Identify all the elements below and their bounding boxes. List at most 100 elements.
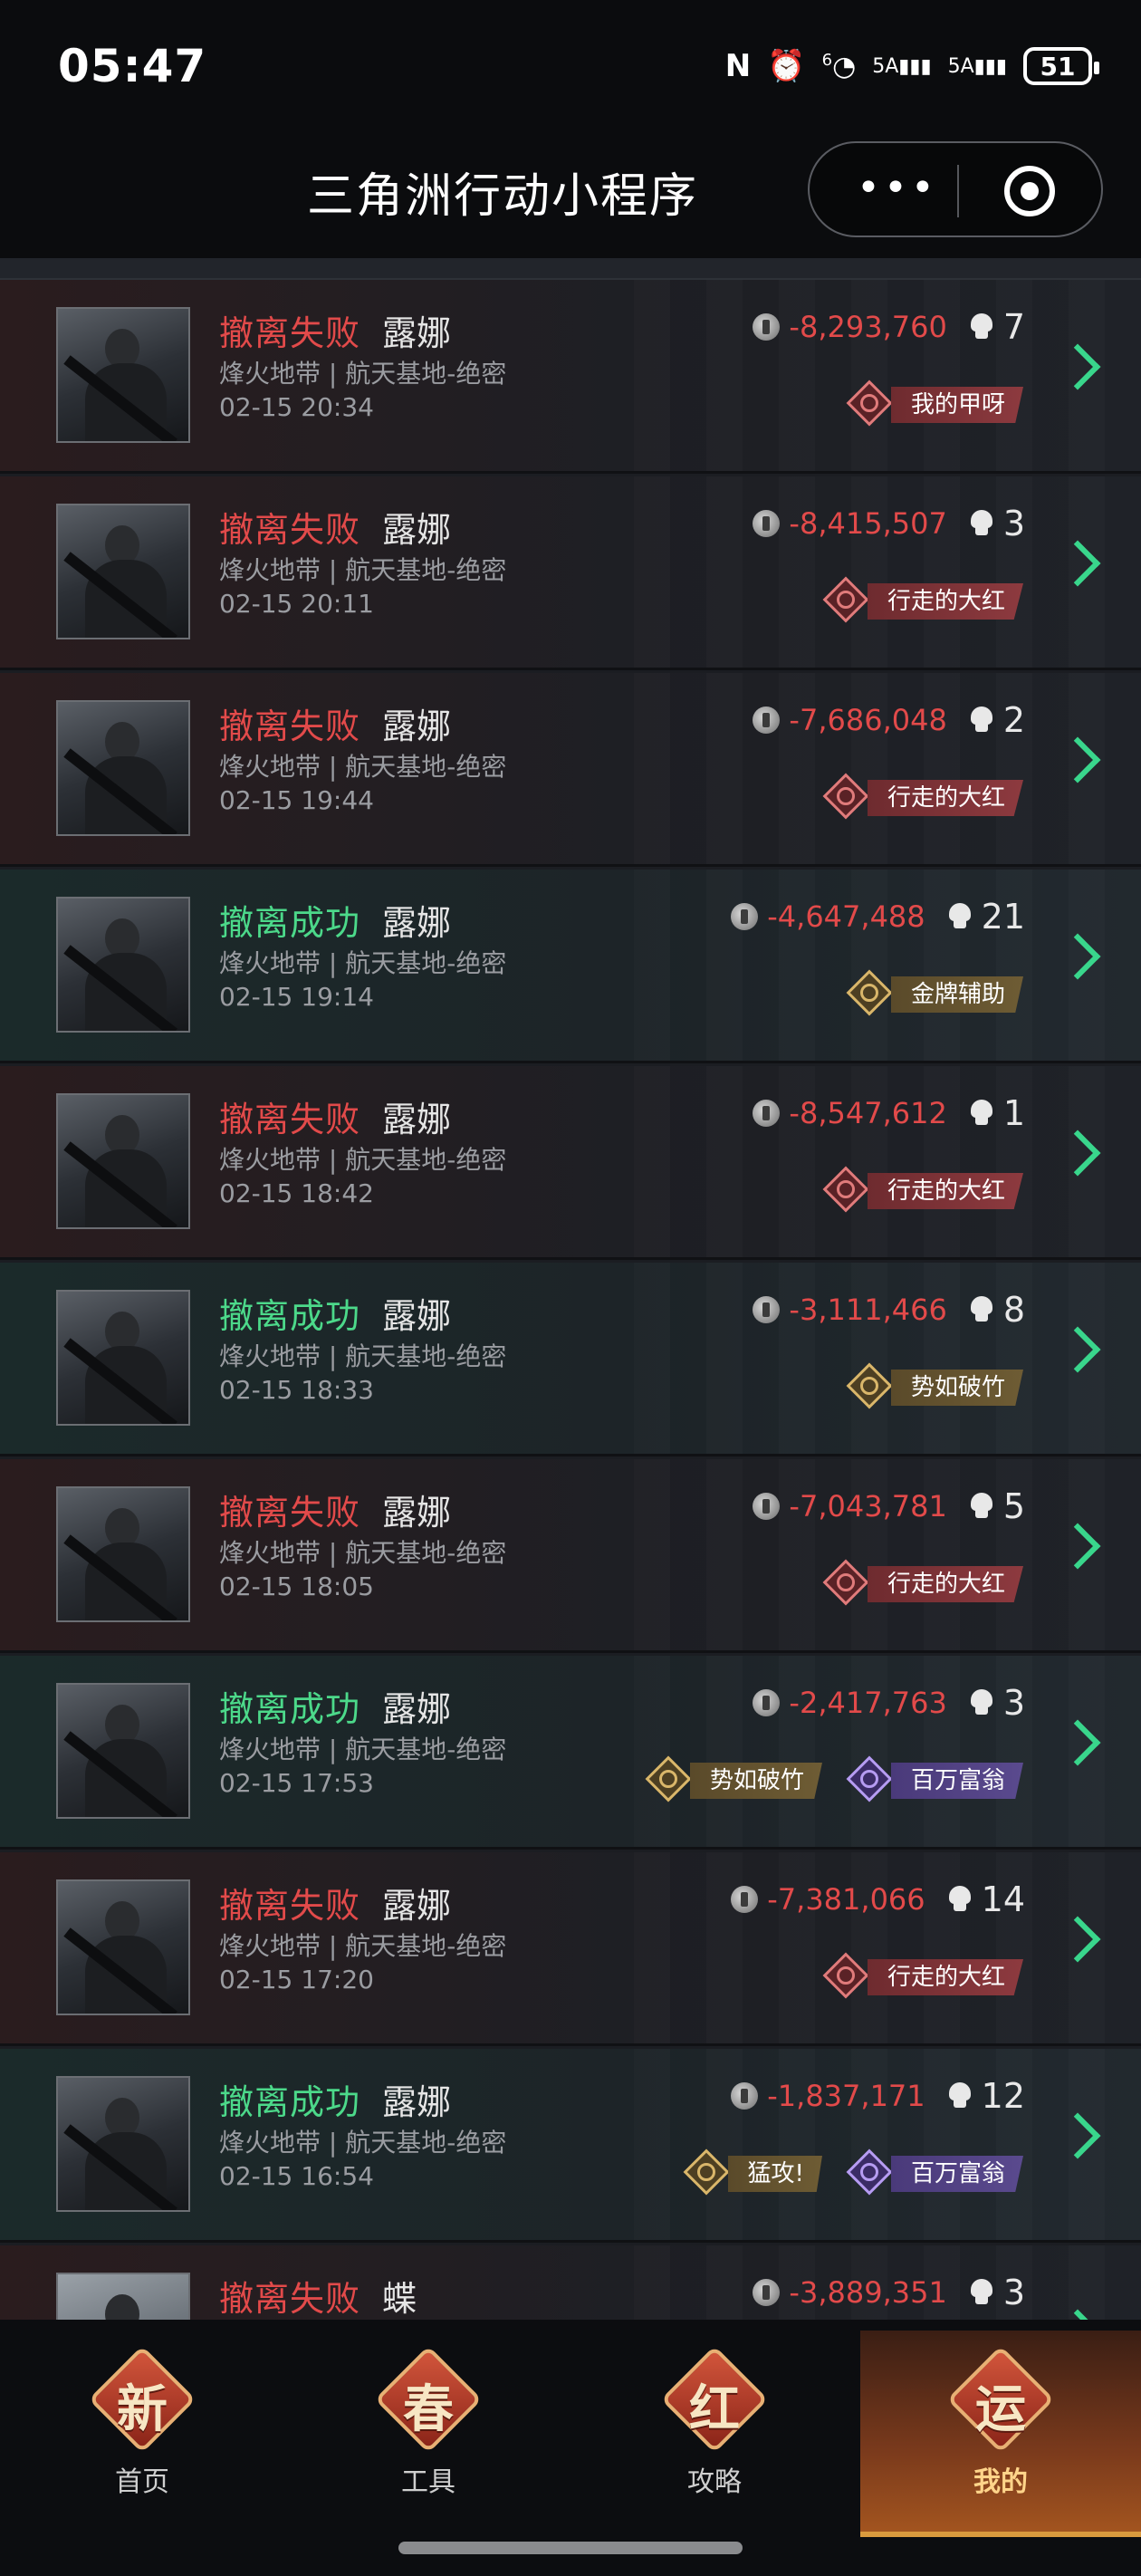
match-time: 02-15 20:34 — [219, 392, 374, 422]
value-change: -3,889,351 — [789, 2275, 947, 2310]
tab-emblem-char: 红 — [689, 2380, 740, 2439]
record-row[interactable]: 撤离失败 露娜 烽火地带 | 航天基地-绝密 02-15 17:20 -7,381,06… — [0, 1852, 1141, 2046]
operator-name: 露娜 — [382, 313, 452, 353]
value-change: -2,417,763 — [789, 1686, 947, 1720]
badge-label: 猛攻! — [727, 2156, 822, 2192]
record-row[interactable]: 撤离失败蝶 -3,889,351 3 — [0, 2245, 1141, 2320]
network-label-2: 5A — [947, 54, 974, 78]
badge-emblem-icon — [844, 2147, 895, 2197]
status-icons: N ⏰ 6◔ 5A▮▮▮ 5A▮▮▮ 51 — [724, 47, 1099, 85]
kill-count: 3 — [1002, 504, 1025, 543]
coin-icon — [753, 1296, 781, 1323]
tab-emblem-icon: 运 — [946, 2345, 1055, 2454]
more-button[interactable]: ••• — [857, 168, 938, 208]
tab-tools[interactable]: 春工具 — [342, 2345, 514, 2499]
operator-avatar — [56, 1486, 190, 1622]
badge-emblem-icon — [820, 1557, 871, 1608]
operator-avatar — [56, 1290, 190, 1426]
chevron-right-icon[interactable] — [1054, 1719, 1101, 1766]
achievement-badge: 百万富翁 — [844, 2152, 1023, 2196]
record-row[interactable]: 撤离成功 露娜 烽火地带 | 航天基地-绝密 02-15 18:33 -3,111,46… — [0, 1263, 1141, 1456]
chevron-right-icon[interactable] — [1054, 1326, 1101, 1373]
operator-avatar — [56, 1683, 190, 1819]
badge-emblem-icon — [820, 1950, 871, 2001]
value-kills-group: -3,889,351 3 — [753, 2273, 1025, 2312]
nfc-icon: N — [724, 48, 752, 84]
record-row[interactable]: 撤离失败 露娜 烽火地带 | 航天基地-绝密 02-15 18:42 -8,547,61… — [0, 1066, 1141, 1260]
badge-label: 金牌辅助 — [890, 976, 1023, 1013]
network-label-1: 5A — [872, 54, 899, 78]
map-mode: 烽火地带 | 航天基地-绝密 — [219, 1145, 507, 1175]
record-row[interactable]: 撤离失败 露娜 烽火地带 | 航天基地-绝密 02-15 20:34 -8,293,76… — [0, 280, 1141, 474]
record-row[interactable]: 撤离成功 露娜 烽火地带 | 航天基地-绝密 02-15 16:54 -1,837,17… — [0, 2049, 1141, 2243]
operator-avatar — [56, 307, 190, 443]
tab-emblem-char: 新 — [117, 2380, 168, 2439]
skull-icon — [969, 510, 994, 537]
tab-mine[interactable]: 运我的 — [915, 2345, 1087, 2499]
record-row[interactable]: 撤离失败 露娜 烽火地带 | 航天基地-绝密 02-15 19:44 -7,686,04… — [0, 673, 1141, 867]
record-list[interactable]: 撤离失败 露娜 烽火地带 | 航天基地-绝密 02-15 20:34 -8,293,76… — [0, 258, 1141, 2320]
match-time: 02-15 18:42 — [219, 1178, 374, 1208]
record-row[interactable]: 撤离成功 露娜 烽火地带 | 航天基地-绝密 02-15 19:14 -4,647,48… — [0, 870, 1141, 1063]
tab-emblem-icon: 春 — [374, 2345, 483, 2454]
skull-icon — [969, 1296, 994, 1323]
tab-label: 首页 — [115, 2466, 169, 2498]
achievement-badges: 我的甲呀 — [844, 383, 1023, 427]
chevron-right-icon[interactable] — [1054, 933, 1101, 980]
chevron-right-icon[interactable] — [1054, 1916, 1101, 1963]
badge-label: 行走的大红 — [867, 1173, 1023, 1209]
close-miniprogram-button[interactable] — [1004, 166, 1055, 216]
tab-guide[interactable]: 红攻略 — [628, 2345, 801, 2499]
extract-status: 撤离成功 — [219, 1689, 361, 1729]
chevron-right-icon[interactable] — [1054, 736, 1101, 783]
badge-emblem-icon — [844, 1754, 895, 1804]
badge-label: 行走的大红 — [867, 780, 1023, 816]
skull-icon — [947, 2082, 973, 2110]
achievement-badges: 行走的大红 — [820, 1956, 1023, 1999]
map-mode: 烽火地带 | 航天基地-绝密 — [219, 1538, 507, 1568]
badge-label: 势如破竹 — [689, 1763, 822, 1799]
operator-name: 露娜 — [382, 1886, 452, 1926]
value-kills-group: -7,381,066 14 — [731, 1879, 1025, 1919]
value-kills-group: -8,415,507 3 — [753, 504, 1025, 543]
record-row[interactable]: 撤离失败 露娜 烽火地带 | 航天基地-绝密 02-15 18:05 -7,043,78… — [0, 1459, 1141, 1653]
match-time: 02-15 17:20 — [219, 1965, 374, 1994]
skull-icon — [969, 1689, 994, 1716]
tab-bar: 新首页春工具红攻略运我的 — [0, 2320, 1141, 2576]
skull-icon — [969, 2279, 994, 2306]
achievement-badges: 行走的大红 — [820, 776, 1023, 820]
map-mode: 烽火地带 | 航天基地-绝密 — [219, 1931, 507, 1961]
wifi-label: 6 — [821, 50, 833, 70]
chevron-right-icon[interactable] — [1054, 2309, 1101, 2320]
achievement-badge: 行走的大红 — [820, 1562, 1023, 1606]
kill-count: 5 — [1002, 1486, 1025, 1526]
chevron-right-icon[interactable] — [1054, 343, 1101, 390]
tab-emblem-icon: 红 — [660, 2345, 769, 2454]
skull-icon — [969, 1493, 994, 1520]
coin-icon — [731, 1886, 759, 1913]
skull-icon — [947, 903, 973, 930]
achievement-badges: 势如破竹 — [844, 1366, 1023, 1409]
battery-icon: 51 — [1023, 47, 1099, 85]
operator-avatar — [56, 700, 190, 836]
battery-level: 51 — [1040, 51, 1076, 82]
tab-home[interactable]: 新首页 — [56, 2345, 228, 2499]
value-kills-group: -1,837,171 12 — [731, 2076, 1025, 2116]
chevron-right-icon[interactable] — [1054, 1523, 1101, 1570]
chevron-right-icon[interactable] — [1054, 2112, 1101, 2159]
record-row[interactable]: 撤离成功 露娜 烽火地带 | 航天基地-绝密 02-15 17:53 -2,417,76… — [0, 1656, 1141, 1850]
coin-icon — [753, 313, 781, 341]
achievement-badge: 行走的大红 — [820, 776, 1023, 820]
badge-emblem-icon — [643, 1754, 694, 1804]
badge-emblem-icon — [820, 574, 871, 625]
extract-status: 撤离失败 — [219, 2279, 361, 2319]
value-change: -3,111,466 — [789, 1293, 947, 1327]
chevron-right-icon[interactable] — [1054, 1129, 1101, 1177]
tab-emblem-char: 春 — [403, 2380, 454, 2439]
value-kills-group: -8,293,760 7 — [753, 307, 1025, 347]
chevron-right-icon[interactable] — [1054, 540, 1101, 587]
operator-avatar — [56, 1093, 190, 1229]
match-time: 02-15 18:05 — [219, 1572, 374, 1601]
record-row[interactable]: 撤离失败 露娜 烽火地带 | 航天基地-绝密 02-15 20:11 -8,415,50… — [0, 476, 1141, 670]
status-time: 05:47 — [58, 40, 207, 92]
